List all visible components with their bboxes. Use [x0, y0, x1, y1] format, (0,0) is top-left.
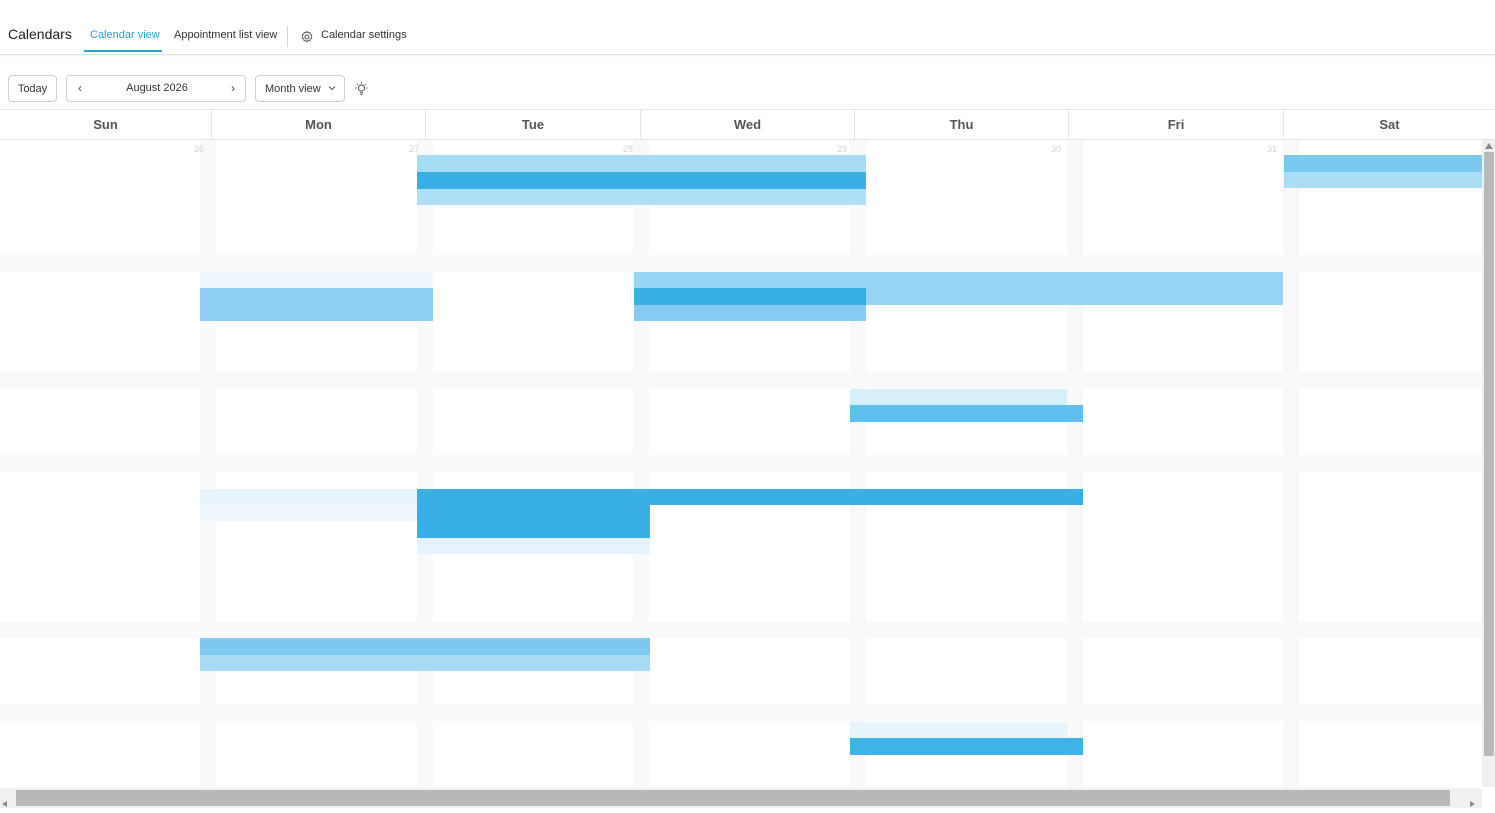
lightbulb-icon[interactable]	[354, 81, 369, 96]
event-bar[interactable]	[200, 272, 433, 288]
event-bar[interactable]	[850, 722, 1067, 738]
event-bar[interactable]	[417, 189, 866, 205]
tab-calendar-view[interactable]: Calendar view	[90, 29, 160, 41]
scroll-right-icon[interactable]	[1470, 801, 1475, 807]
date-number[interactable]: 26	[194, 144, 204, 154]
horizontal-scroll-thumb[interactable]	[16, 790, 1450, 806]
weekday-fri: Fri	[1068, 110, 1283, 140]
weekday-thu: Thu	[854, 110, 1068, 140]
date-number[interactable]: 27	[409, 144, 419, 154]
vertical-scrollbar[interactable]	[1482, 140, 1495, 787]
event-bar[interactable]	[1284, 155, 1482, 172]
date-number[interactable]: 29	[837, 144, 847, 154]
date-number[interactable]: 30	[1051, 144, 1061, 154]
scroll-up-icon[interactable]	[1485, 143, 1493, 149]
event-bar[interactable]	[200, 489, 417, 505]
today-label: Today	[17, 82, 48, 95]
month-label: August 2026	[126, 82, 188, 94]
event-bar[interactable]	[850, 389, 1067, 405]
weekday-sun: Sun	[93, 117, 118, 132]
weekday-tue: Tue	[425, 110, 640, 140]
gear-icon[interactable]	[300, 30, 314, 44]
grid-row-line	[0, 455, 1482, 471]
event-bar[interactable]	[417, 155, 866, 172]
app-title: Calendars	[8, 26, 72, 42]
event-bar[interactable]	[417, 172, 866, 189]
event-bar[interactable]	[417, 505, 650, 538]
weekday-wed: Wed	[640, 110, 854, 140]
grid-row-line	[0, 622, 1482, 638]
event-bar[interactable]	[850, 405, 1083, 422]
horizontal-scrollbar[interactable]	[0, 788, 1482, 808]
date-number[interactable]: 28	[623, 144, 633, 154]
event-bar[interactable]	[200, 655, 650, 671]
grid-row-line	[0, 372, 1482, 388]
grid-row-line	[0, 705, 1482, 721]
month-calendar: Sun Mon Tue Wed Thu Fri Sat 26 27 28 29 …	[0, 109, 1495, 813]
event-bar[interactable]	[200, 288, 433, 305]
grid-row-line	[0, 255, 1482, 271]
view-select-label: Month view	[265, 82, 321, 95]
event-bar[interactable]	[417, 538, 650, 554]
today-button[interactable]: Today	[8, 75, 57, 102]
event-bar[interactable]	[634, 288, 866, 305]
vertical-scroll-thumb[interactable]	[1484, 152, 1494, 756]
month-navigator: ‹ August 2026 ›	[66, 75, 246, 102]
event-bar[interactable]	[200, 638, 650, 655]
active-tab-indicator	[84, 50, 162, 52]
event-bar[interactable]	[200, 305, 433, 321]
event-bar[interactable]	[1284, 172, 1482, 188]
top-navigation: Calendars Calendar view Appointment list…	[0, 0, 1495, 55]
event-bar[interactable]	[850, 738, 1083, 755]
date-number[interactable]: 31	[1267, 144, 1277, 154]
tab-calendar-settings[interactable]: Calendar settings	[321, 29, 407, 41]
chevron-right-icon[interactable]: ›	[226, 81, 240, 95]
weekday-header: Sun Mon Tue Wed Thu Fri Sat	[0, 109, 1495, 140]
event-bar[interactable]	[634, 305, 866, 321]
scroll-left-icon[interactable]	[2, 801, 7, 807]
nav-divider	[287, 26, 288, 47]
view-select[interactable]: Month view	[255, 75, 345, 102]
weekday-mon: Mon	[211, 110, 425, 140]
calendar-grid: 26 27 28 29 30 31	[0, 140, 1482, 787]
chevron-down-icon	[328, 86, 336, 91]
weekday-sat: Sat	[1283, 110, 1495, 140]
tab-appointment-list-view[interactable]: Appointment list view	[174, 29, 277, 41]
